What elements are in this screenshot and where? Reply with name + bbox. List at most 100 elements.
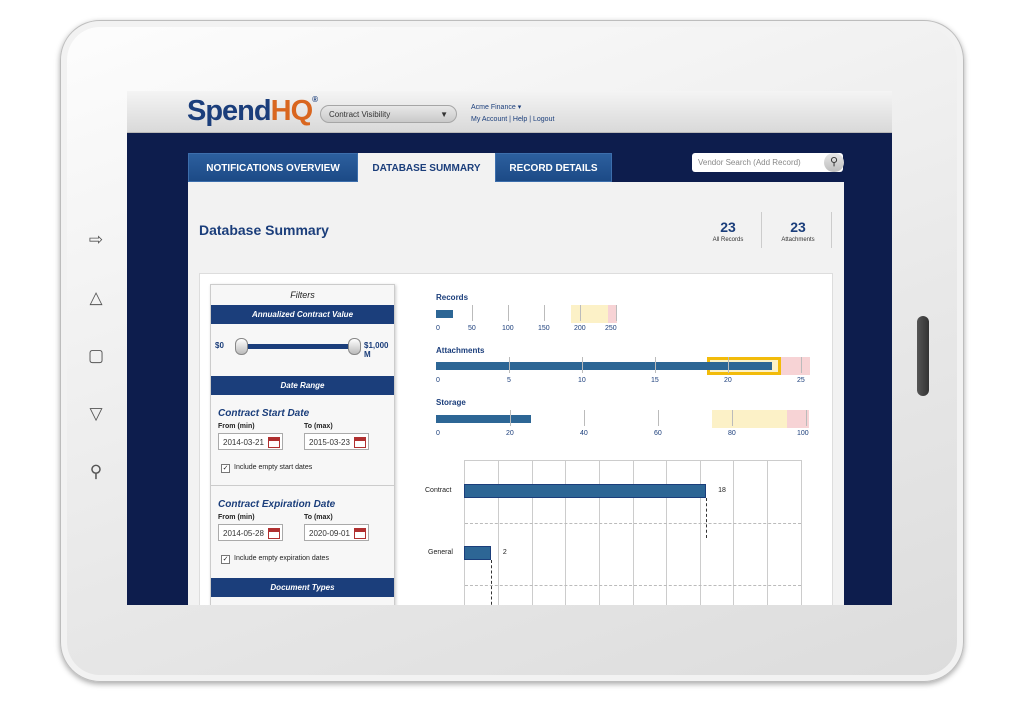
page-title: Database Summary	[199, 222, 329, 238]
acv-slider: $0 $1,000 M	[211, 324, 394, 376]
tick-label: 100	[797, 430, 809, 437]
axis-tick	[658, 410, 659, 426]
category-label: Contract	[425, 487, 452, 494]
app-screen: SpendHQ® Contract Visibility ▼ Acme Fina…	[127, 91, 892, 605]
axis-tick	[544, 305, 545, 321]
axis-tick	[616, 305, 617, 321]
slider-max-handle[interactable]	[348, 338, 361, 355]
chart-bar-general[interactable]	[464, 546, 491, 560]
gridline	[666, 461, 667, 605]
date-range-band: Date Range	[211, 376, 394, 395]
gridline	[532, 461, 533, 605]
tick-label: 250	[605, 325, 617, 332]
axis-tick	[655, 357, 656, 373]
gridline	[633, 461, 634, 605]
axis-tick	[472, 305, 473, 321]
calendar-icon[interactable]	[354, 437, 366, 448]
axis-tick	[580, 305, 581, 321]
tab-record-details[interactable]: RECORD DETAILS	[495, 153, 612, 182]
spendhq-logo[interactable]: SpendHQ®	[187, 95, 318, 128]
tick-label: 150	[538, 325, 550, 332]
slider-track[interactable]	[241, 344, 354, 349]
tick-label: 100	[502, 325, 514, 332]
document-types-chart	[464, 460, 802, 605]
include-empty-start[interactable]: ✓ Include empty start dates	[211, 457, 394, 479]
calendar-icon[interactable]	[268, 437, 280, 448]
filters-title: Filters	[290, 290, 315, 300]
gridline	[599, 461, 600, 605]
tick-label: 25	[797, 377, 805, 384]
tab-database-summary[interactable]: DATABASE SUMMARY	[358, 153, 495, 182]
axis-tick	[801, 357, 802, 373]
stat-attachments: 23 Attachments	[781, 219, 815, 243]
acv-min-label: $0	[215, 341, 224, 350]
back-arrow-icon[interactable]: ⇨	[86, 230, 106, 250]
gridline	[498, 461, 499, 605]
acv-band: Annualized Contract Value	[211, 305, 394, 324]
module-select[interactable]: Contract Visibility ▼	[320, 105, 457, 123]
data-label: 2	[502, 549, 507, 556]
power-button[interactable]	[917, 316, 929, 396]
account-links[interactable]: My Account | Help | Logout	[471, 114, 554, 126]
document-types-band: Document Types	[211, 578, 394, 597]
expiration-to-input[interactable]: 2020-09-01	[304, 524, 369, 541]
acv-max-label: $1,000 M	[364, 341, 389, 359]
divider	[761, 212, 762, 248]
axis-tick	[728, 357, 729, 373]
divider	[211, 485, 394, 486]
include-empty-expiration[interactable]: ✓ Include empty expiration dates	[211, 548, 394, 570]
warning-zone	[712, 410, 787, 428]
tick-label: 5	[507, 377, 511, 384]
row-divider	[465, 585, 801, 586]
gridline	[565, 461, 566, 605]
checkbox[interactable]: ✓	[221, 555, 230, 564]
records-metric-title: Records	[436, 293, 469, 302]
tick-label: 0	[436, 325, 440, 332]
square-icon[interactable]: ▢	[86, 346, 106, 366]
chart-bar-contract[interactable]	[464, 484, 707, 498]
tab-notifications-overview[interactable]: NOTIFICATIONS OVERVIEW	[188, 153, 358, 182]
records-bar	[436, 310, 453, 318]
axis-tick	[582, 357, 583, 373]
tick-label: 50	[468, 325, 476, 332]
gridline	[700, 461, 701, 605]
tick-label: 20	[506, 430, 514, 437]
tick-label: 0	[436, 377, 440, 384]
axis-tick	[510, 410, 511, 426]
row-divider	[465, 523, 801, 524]
search-icon[interactable]: ⚲	[824, 153, 844, 172]
search-key-icon[interactable]: ⚲	[86, 462, 106, 482]
tick-label: 80	[728, 430, 736, 437]
start-date-heading: Contract Start Date	[218, 408, 310, 419]
start-from-input[interactable]: 2014-03-21	[218, 433, 283, 450]
calendar-icon[interactable]	[268, 528, 280, 539]
alert-zone	[780, 357, 810, 375]
expiration-from-input[interactable]: 2014-05-28	[218, 524, 283, 541]
axis-tick	[508, 305, 509, 321]
down-triangle-icon[interactable]: ▽	[86, 404, 106, 424]
attachments-bar	[436, 362, 772, 370]
attachments-metric-title: Attachments	[436, 346, 485, 355]
vendor-search-input[interactable]: Vendor Search (Add Record)	[692, 153, 843, 172]
caret-down-icon: ▼	[440, 110, 448, 119]
tick-label: 10	[578, 377, 586, 384]
axis-tick	[584, 410, 585, 426]
tick-label: 60	[654, 430, 662, 437]
gridline	[767, 461, 768, 605]
calendar-icon[interactable]	[354, 528, 366, 539]
filters-panel: Filters Annualized Contract Value $0 $1,…	[210, 284, 395, 605]
gridline	[733, 461, 734, 605]
account-menu[interactable]: Acme Finance ▾ My Account | Help | Logou…	[471, 102, 554, 126]
axis-tick	[806, 410, 807, 426]
checkbox[interactable]: ✓	[221, 464, 230, 473]
slider-min-handle[interactable]	[235, 338, 248, 355]
storage-metric-title: Storage	[436, 398, 466, 407]
divider	[831, 212, 832, 248]
home-triangle-icon[interactable]: △	[86, 288, 106, 308]
caret-down-icon: ▾	[517, 104, 522, 111]
tick-label: 0	[436, 430, 440, 437]
tick-label: 200	[574, 325, 586, 332]
warning-zone	[571, 305, 608, 323]
start-to-input[interactable]: 2015-03-23	[304, 433, 369, 450]
start-date-row: From (min) 2014-03-21 To (max) 2015-03-2…	[211, 419, 394, 457]
